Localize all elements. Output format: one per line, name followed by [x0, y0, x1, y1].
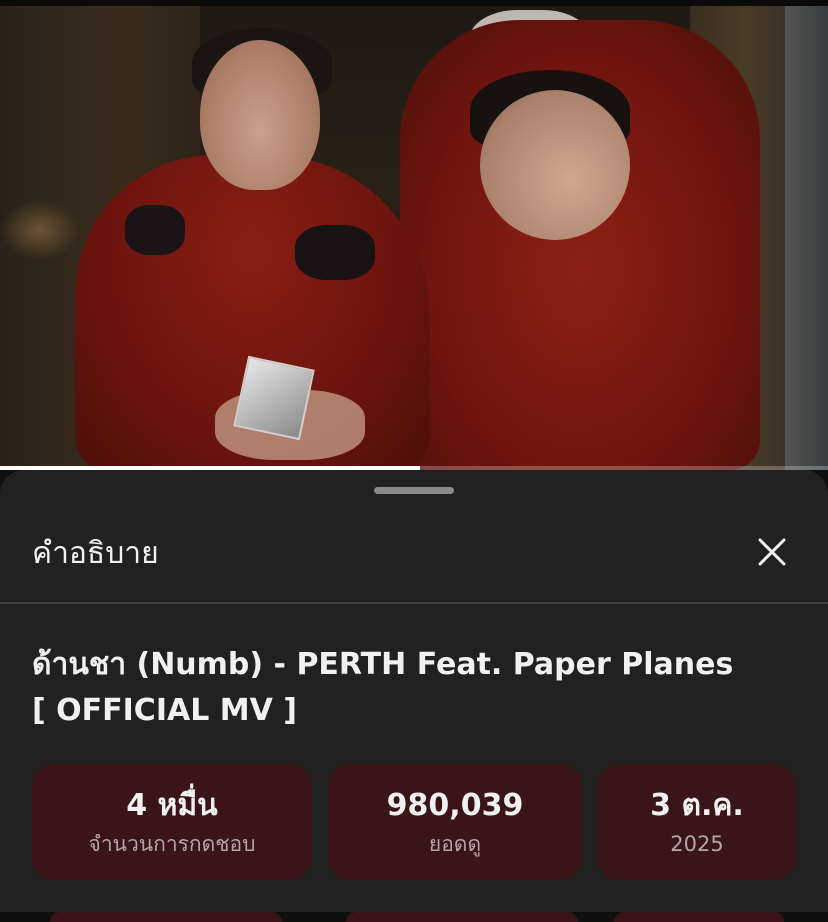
- sheet-drag-handle[interactable]: [374, 487, 454, 494]
- sheet-title: คำอธิบาย: [32, 536, 159, 571]
- close-icon: [758, 538, 786, 566]
- video-frame-sweater-patch: [125, 205, 185, 255]
- likes-stat: 4 หมื่น จำนวนการกดชอบ: [32, 764, 312, 880]
- video-frame-light: [0, 200, 80, 260]
- video-frame-face-left: [200, 40, 320, 190]
- date-stat: 3 ต.ค. 2025: [598, 764, 796, 880]
- close-button[interactable]: [750, 530, 794, 574]
- video-title: ด้านชา (Numb) - PERTH Feat. Paper Planes…: [32, 642, 792, 734]
- video-frame-face-right: [480, 90, 630, 240]
- likes-label: จำนวนการกดชอบ: [88, 832, 256, 856]
- video-frame-edge: [785, 6, 828, 470]
- views-count: 980,039: [386, 788, 524, 823]
- next-chip-edge: [614, 912, 784, 922]
- video-frame-sweater-patch: [295, 225, 375, 280]
- likes-count: 4 หมื่น: [126, 788, 218, 823]
- sheet-divider: [0, 602, 828, 604]
- views-stat: 980,039 ยอดดู: [328, 764, 582, 880]
- video-title-line: ด้านชา (Numb) - PERTH Feat. Paper Planes: [32, 647, 734, 682]
- description-sheet: คำอธิบาย ด้านชา (Numb) - PERTH Feat. Pap…: [0, 470, 828, 922]
- publish-year: 2025: [670, 832, 724, 856]
- next-chip-edge: [346, 912, 578, 922]
- video-player[interactable]: [0, 0, 828, 470]
- video-title-line: [ OFFICIAL MV ]: [32, 693, 297, 728]
- publish-date: 3 ต.ค.: [650, 788, 744, 823]
- views-label: ยอดดู: [428, 832, 482, 856]
- next-chip-edge: [50, 912, 282, 922]
